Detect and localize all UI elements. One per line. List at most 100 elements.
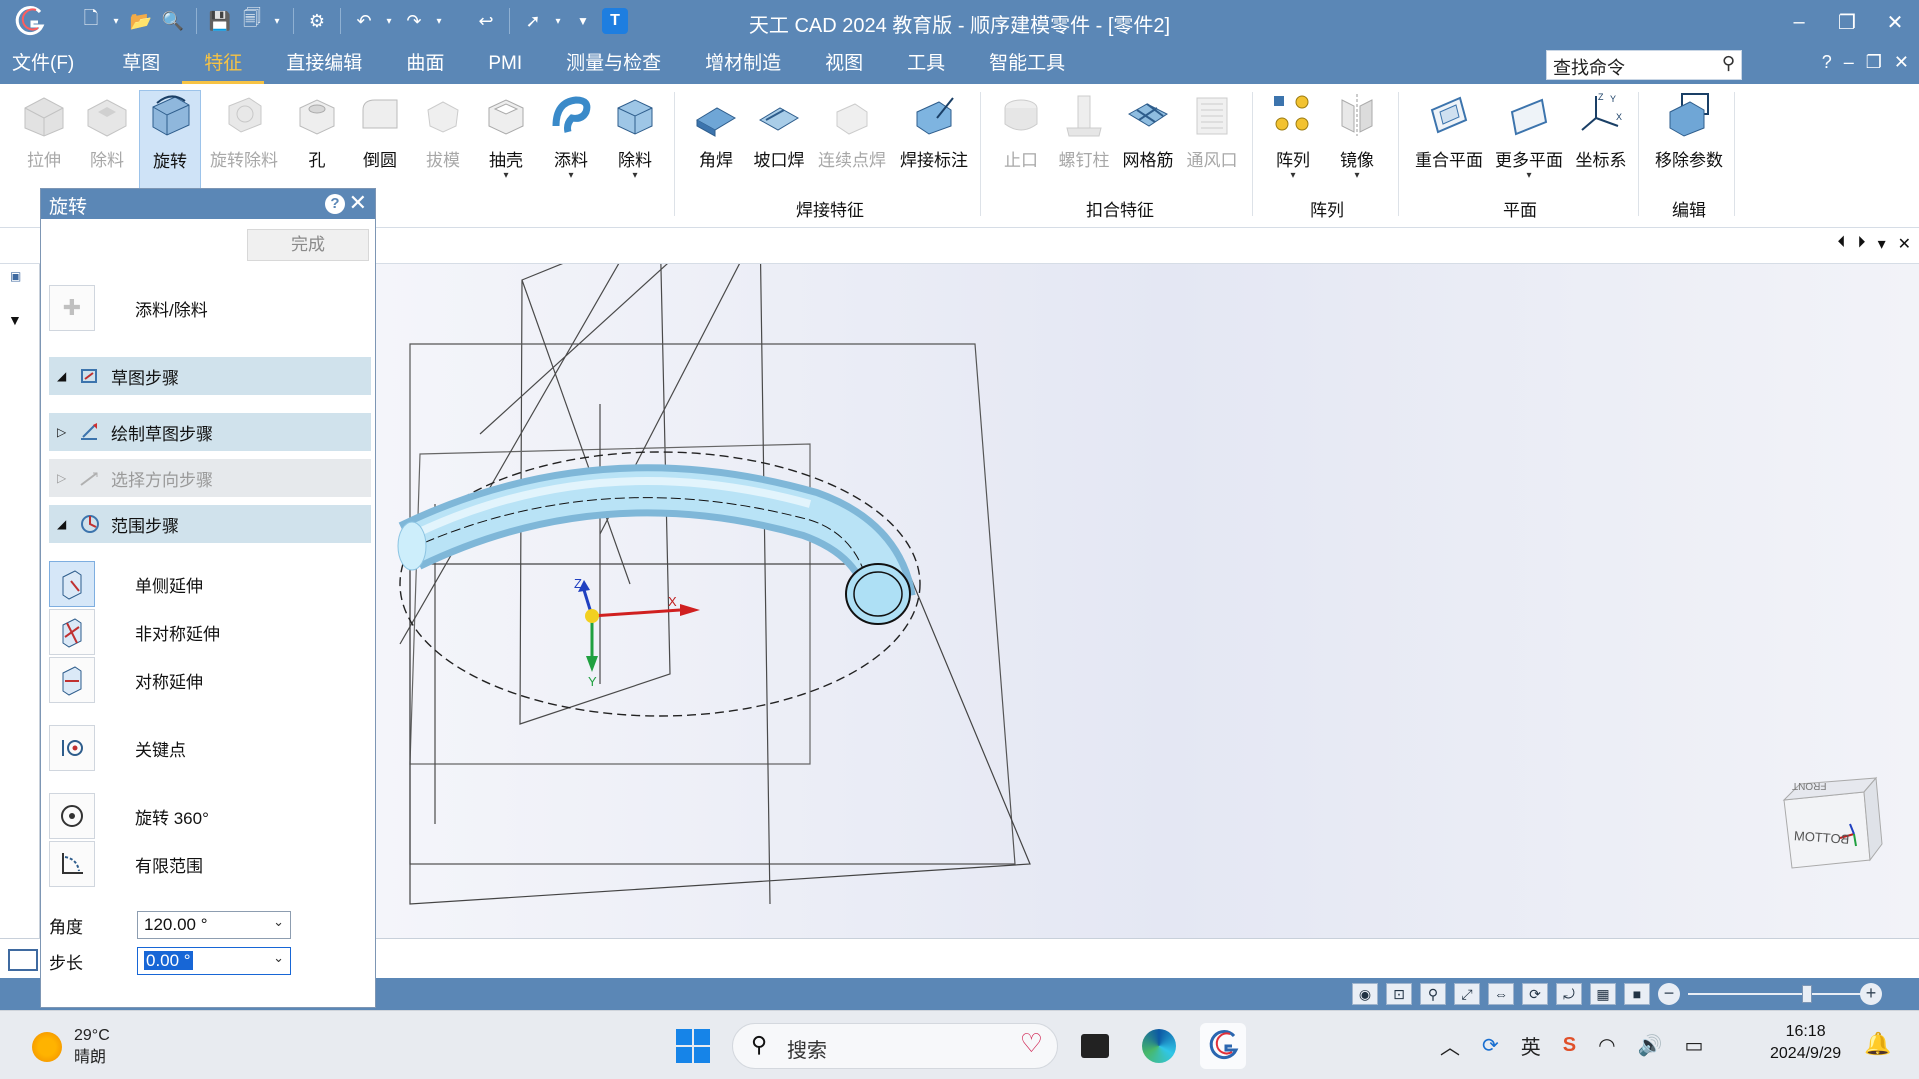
part-tree-icon[interactable]: ▣ — [10, 269, 21, 283]
fillet-weld-button[interactable]: 角焊 — [685, 90, 747, 171]
doc-minimize-button[interactable]: – — [1844, 52, 1854, 73]
section-extent-step[interactable]: ◢ 范围步骤 — [49, 505, 371, 543]
chevron-down-icon[interactable]: ▾ — [1262, 171, 1324, 181]
command-search-input[interactable]: 查找命令 ⚲ — [1546, 50, 1742, 80]
menu-additive[interactable]: 增材制造 — [683, 44, 803, 84]
finite-extent-icon[interactable] — [49, 841, 95, 887]
chevron-down-icon[interactable]: ▾ — [475, 171, 537, 181]
continuous-spot-weld-button[interactable]: 连续点焊 — [812, 90, 892, 171]
remove-parameters-button[interactable]: 移除参数 — [1648, 90, 1730, 171]
done-button[interactable]: 完成 — [247, 229, 369, 261]
wifi-icon[interactable]: ◠ — [1598, 1033, 1615, 1058]
view-styles-icon[interactable]: ▦ — [1590, 983, 1616, 1005]
tab-list-icon[interactable]: ▾ — [1878, 234, 1886, 254]
vent-button[interactable]: 通风口 — [1181, 90, 1243, 171]
add-remove-icon[interactable]: ✚ — [49, 285, 95, 331]
shell-button[interactable]: 抽壳 ▾ — [475, 90, 537, 181]
sogou-input-icon[interactable]: S — [1563, 1034, 1576, 1057]
system-clock[interactable]: 16:18 2024/9/29 — [1770, 1021, 1841, 1065]
groove-weld-button[interactable]: 坡口焊 — [748, 90, 810, 171]
start-button[interactable] — [676, 1029, 710, 1063]
screw-boss-button[interactable]: 螺钉柱 — [1053, 90, 1115, 171]
chevron-down-icon[interactable]: ▾ — [540, 171, 602, 181]
cut-button[interactable]: 除料 — [76, 90, 138, 171]
chevron-down-icon[interactable]: ▾ — [604, 171, 666, 181]
step-input[interactable]: 0.00 ° ⌄ — [137, 947, 291, 975]
keypoint-icon[interactable] — [49, 725, 95, 771]
revolve-button[interactable]: 旋转 — [139, 90, 201, 194]
zoom-out-button[interactable]: − — [1658, 983, 1680, 1005]
chevron-down-icon[interactable]: ⌄ — [273, 950, 284, 966]
menu-direct-edit[interactable]: 直接编辑 — [264, 44, 384, 84]
zoom-area-icon[interactable]: ⊡ — [1386, 983, 1412, 1005]
revolve-360-icon[interactable] — [49, 793, 95, 839]
symmetric-extend-icon[interactable] — [49, 657, 95, 703]
asymmetric-extend-option[interactable]: 非对称延伸 — [49, 609, 220, 655]
web-network-button[interactable]: 网格筋 — [1117, 90, 1179, 171]
menu-file[interactable]: 文件(F) — [0, 44, 100, 84]
keypoint-option[interactable]: 关键点 — [49, 725, 186, 771]
tab-scroll-right-icon[interactable]: ⏵ — [1858, 234, 1866, 254]
snapshot-icon[interactable]: ◉ — [1352, 983, 1378, 1005]
fit-icon[interactable]: ⤢ — [1454, 983, 1480, 1005]
doc-close-button[interactable]: ✕ — [1894, 52, 1909, 73]
chevron-down-icon[interactable]: ▾ — [1490, 171, 1568, 181]
mirror-button[interactable]: 镜像 ▾ — [1326, 90, 1388, 181]
more-planes-button[interactable]: 更多平面 ▾ — [1490, 90, 1568, 181]
menu-smart-tools[interactable]: 智能工具 — [967, 44, 1087, 84]
pattern-button[interactable]: 阵列 ▾ — [1262, 90, 1324, 181]
round-button[interactable]: 倒圆 — [349, 90, 411, 171]
hole-button[interactable]: 孔 — [286, 90, 348, 171]
menu-pmi[interactable]: PMI — [466, 44, 544, 84]
help-icon[interactable]: ? — [1822, 52, 1832, 73]
close-document-icon[interactable]: ✕ — [1898, 234, 1911, 254]
lip-button[interactable]: 止口 — [990, 90, 1052, 171]
ime-indicator[interactable]: 英 — [1521, 1031, 1541, 1060]
render-mode-icon[interactable]: ■ — [1624, 983, 1650, 1005]
section-select-direction-step[interactable]: ▷ 选择方向步骤 — [49, 459, 371, 497]
spin-about-icon[interactable]: ⤾ — [1556, 983, 1582, 1005]
extrude-button[interactable]: 拉伸 — [13, 90, 75, 171]
pan-icon[interactable]: ⇔ — [1488, 983, 1514, 1005]
asymmetric-extend-icon[interactable] — [49, 609, 95, 655]
zoom-icon[interactable]: ⚲ — [1420, 983, 1446, 1005]
search-icon[interactable]: ⚲ — [1722, 53, 1735, 74]
taskbar-search[interactable]: ⚲ 搜索 ♡ — [732, 1023, 1058, 1069]
zoom-slider-knob[interactable] — [1802, 985, 1812, 1003]
section-sketch-step[interactable]: ◢ 草图步骤 — [49, 357, 371, 395]
one-side-extend-option[interactable]: 单侧延伸 — [49, 561, 203, 607]
menu-sketch[interactable]: 草图 — [100, 44, 182, 84]
collapse-icon[interactable]: ◢ — [57, 517, 69, 531]
weather-widget[interactable]: 29°C 晴朗 — [32, 1025, 110, 1069]
expand-icon[interactable]: ▷ — [57, 425, 69, 439]
tab-scroll-left-icon[interactable]: ⏴ — [1838, 234, 1846, 254]
angle-input[interactable]: 120.00 ° ⌄ — [137, 911, 291, 939]
battery-icon[interactable]: ▭ — [1684, 1033, 1703, 1058]
close-icon[interactable]: ✕ — [349, 190, 367, 216]
minimize-button[interactable]: – — [1775, 0, 1823, 44]
expand-icon[interactable]: ▷ — [57, 471, 69, 485]
remove-material-button[interactable]: 除料 ▾ — [604, 90, 666, 181]
doc-restore-button[interactable]: ❐ — [1866, 52, 1882, 73]
coordinate-system-button[interactable]: ZXY 坐标系 — [1570, 90, 1632, 171]
chevron-down-icon[interactable]: ⌄ — [273, 914, 284, 930]
view-cube[interactable] — [1782, 776, 1883, 869]
zoom-in-button[interactable]: + — [1860, 983, 1882, 1005]
volume-icon[interactable]: 🔊 — [1638, 1033, 1663, 1058]
zoom-slider[interactable] — [1688, 985, 1868, 1003]
menu-features[interactable]: 特征 — [182, 44, 265, 84]
menu-surface[interactable]: 曲面 — [384, 44, 466, 84]
edge-browser-icon[interactable] — [1136, 1023, 1182, 1069]
menu-view[interactable]: 视图 — [803, 44, 885, 84]
draft-button[interactable]: 拔模 — [412, 90, 474, 171]
menu-measure-inspect[interactable]: 测量与检查 — [544, 44, 683, 84]
section-draw-sketch-step[interactable]: ▷ 绘制草图步骤 — [49, 413, 371, 451]
sync-icon[interactable]: ⟳ — [1482, 1033, 1499, 1058]
collapse-icon[interactable]: ◢ — [57, 369, 69, 383]
finite-extent-option[interactable]: 有限范围 — [49, 841, 203, 887]
command-line-icon[interactable] — [8, 949, 38, 971]
maximize-button[interactable]: ❐ — [1823, 0, 1871, 44]
add-material-button[interactable]: 添料 ▾ — [540, 90, 602, 181]
notification-bell-icon[interactable]: 🔔 — [1864, 1031, 1891, 1057]
revolve-cut-button[interactable]: 旋转除料 — [205, 90, 283, 171]
